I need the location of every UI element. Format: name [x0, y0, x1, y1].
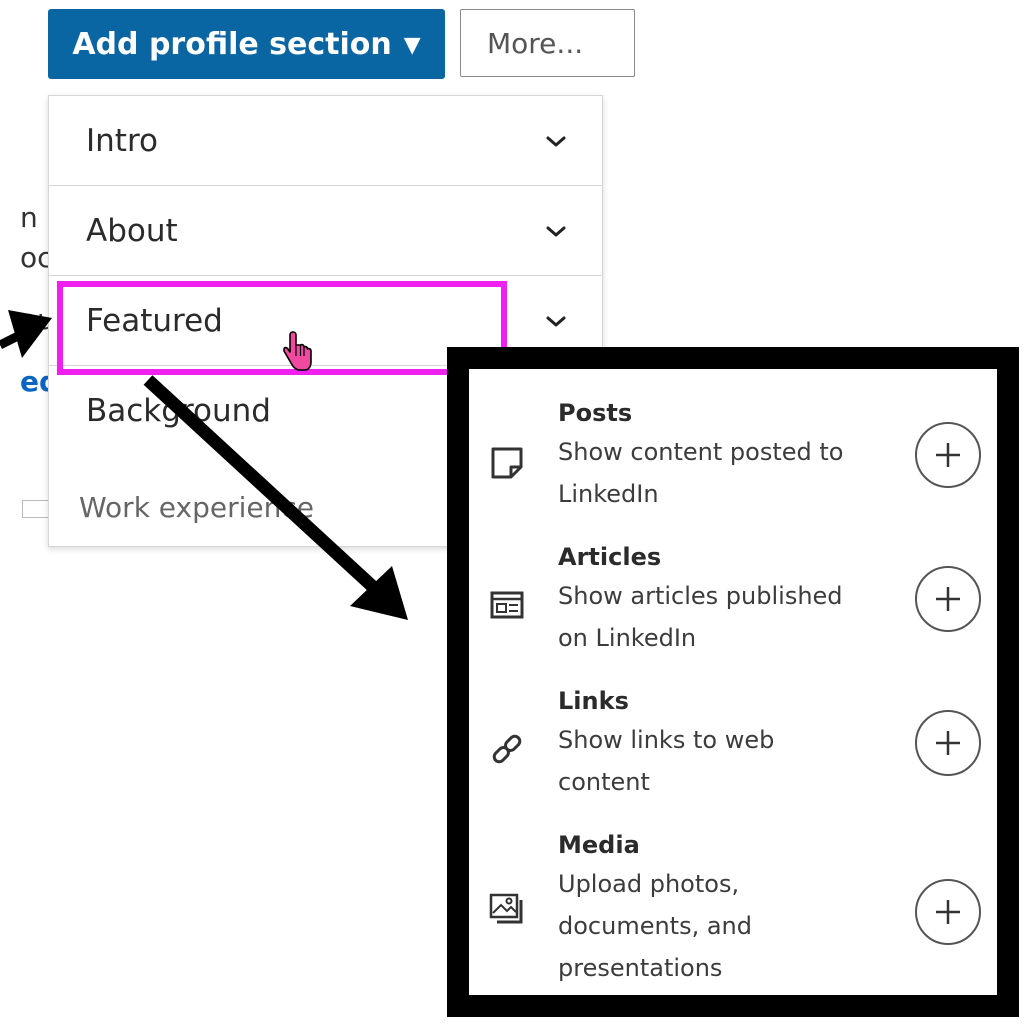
option-title: Links — [558, 687, 629, 715]
add-profile-section-label: Add profile section — [72, 26, 392, 62]
more-label: More... — [487, 26, 584, 60]
add-link-button[interactable] — [915, 710, 981, 776]
add-media-button[interactable] — [915, 879, 981, 945]
option-title: Media — [558, 831, 640, 859]
menu-item-about[interactable]: About — [49, 186, 602, 276]
plus-icon — [936, 900, 960, 924]
featured-highlight-box — [57, 281, 507, 375]
option-description-line: Show content posted to — [558, 438, 844, 466]
option-description-line: LinkedIn — [558, 480, 659, 508]
background-control-stub — [22, 500, 49, 518]
option-description-line: Upload photos, — [558, 870, 740, 898]
menu-item-label: About — [86, 212, 178, 249]
chevron-down-icon — [546, 226, 566, 236]
media-icon — [489, 893, 523, 924]
hand-cursor-icon — [283, 331, 312, 371]
option-description-line: content — [558, 768, 650, 796]
menu-item-label: Background — [86, 393, 271, 429]
featured-options-list: Posts Show content posted to LinkedIn Ar… — [469, 369, 997, 995]
featured-option-articles: Articles Show articles published on Link… — [469, 531, 997, 671]
chevron-down-icon — [546, 316, 566, 326]
option-title: Posts — [558, 399, 633, 427]
background-text-fragment: n — [20, 201, 38, 234]
featured-option-media: Media Upload photos, documents, and pres… — [469, 819, 997, 999]
annotation-arrow-diagonal-head — [350, 566, 408, 620]
caret-down-icon: ▼ — [403, 32, 421, 58]
featured-option-links: Links Show links to web content — [469, 675, 997, 815]
article-icon — [490, 591, 524, 619]
option-description-line: on LinkedIn — [558, 624, 697, 652]
chevron-down-icon — [546, 136, 566, 146]
featured-options-panel: Posts Show content posted to LinkedIn Ar… — [447, 347, 1019, 1017]
link-icon — [492, 734, 522, 764]
option-description-line: Show articles published — [558, 582, 843, 610]
menu-item-intro[interactable]: Intro — [49, 96, 602, 186]
plus-icon — [936, 587, 960, 611]
option-description-line: presentations — [558, 954, 723, 982]
post-icon — [491, 447, 523, 479]
more-button[interactable]: More... — [460, 9, 635, 77]
plus-icon — [936, 731, 960, 755]
menu-item-label: Intro — [86, 122, 158, 159]
option-description-line: documents, and — [558, 912, 753, 940]
add-profile-section-button[interactable]: Add profile section ▼ — [48, 9, 445, 79]
option-description-line: Show links to web — [558, 726, 775, 754]
option-title: Articles — [558, 543, 662, 571]
annotation-arrow-left-shaft — [0, 329, 25, 350]
add-article-button[interactable] — [915, 566, 981, 632]
add-post-button[interactable] — [915, 422, 981, 488]
featured-option-posts: Posts Show content posted to LinkedIn — [469, 387, 997, 527]
menu-subitem-work-experience[interactable]: Work experience — [79, 491, 314, 524]
plus-icon — [936, 443, 960, 467]
